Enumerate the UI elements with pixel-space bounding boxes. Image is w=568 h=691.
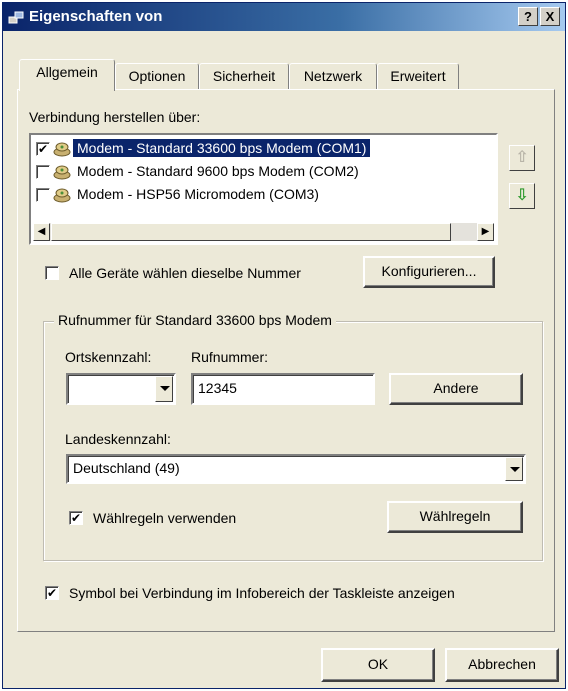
country-code-value: Deutschland (49) bbox=[73, 460, 180, 476]
list-item[interactable]: ✔ Modem - Standard 33600 bps Modem (COM1… bbox=[33, 138, 493, 160]
area-code-dropdown[interactable] bbox=[66, 373, 176, 405]
tab-erweitert[interactable]: Erweitert bbox=[377, 63, 459, 90]
list-item[interactable]: Modem - Standard 9600 bps Modem (COM2) bbox=[33, 161, 493, 183]
phone-number-label: Rufnummer: bbox=[191, 349, 269, 365]
properties-dialog: Eigenschaften von ? X Allgemein Optionen… bbox=[2, 2, 566, 689]
window-title: Eigenschaften von bbox=[29, 8, 163, 25]
tray-icon-checkbox[interactable]: ✔ bbox=[45, 586, 59, 600]
country-code-label: Landeskennzahl: bbox=[65, 431, 171, 447]
device-label: Modem - Standard 33600 bps Modem (COM1) bbox=[73, 139, 371, 157]
connect-using-label: Verbindung herstellen über: bbox=[29, 109, 201, 125]
move-up-icon[interactable]: ⇧ bbox=[509, 145, 535, 171]
cancel-button[interactable]: Abbrechen bbox=[445, 648, 559, 682]
device-label: Modem - Standard 9600 bps Modem (COM2) bbox=[77, 163, 359, 179]
close-button[interactable]: X bbox=[540, 7, 560, 26]
move-down-icon[interactable]: ⇩ bbox=[509, 183, 535, 209]
group-title: Rufnummer für Standard 33600 bps Modem bbox=[54, 312, 336, 328]
device-checkbox[interactable]: ✔ bbox=[36, 142, 50, 156]
device-checkbox[interactable] bbox=[36, 165, 50, 179]
chevron-down-icon[interactable] bbox=[505, 457, 523, 481]
list-item[interactable]: Modem - HSP56 Micromodem (COM3) bbox=[33, 184, 493, 206]
tab-netzwerk[interactable]: Netzwerk bbox=[289, 63, 377, 90]
chevron-down-icon[interactable] bbox=[155, 376, 173, 402]
device-checkbox[interactable] bbox=[36, 188, 50, 202]
area-code-label: Ortskennzahl: bbox=[65, 349, 152, 365]
same-number-label: Alle Geräte wählen dieselbe Nummer bbox=[69, 265, 301, 281]
scroll-thumb[interactable] bbox=[51, 223, 451, 241]
modem-icon bbox=[53, 165, 71, 180]
title-bar[interactable]: Eigenschaften von ? X bbox=[3, 3, 565, 31]
same-number-checkbox[interactable] bbox=[45, 266, 59, 280]
country-code-dropdown[interactable]: Deutschland (49) bbox=[66, 454, 526, 484]
dialing-rules-button[interactable]: Wählregeln bbox=[387, 501, 523, 533]
horizontal-scrollbar[interactable]: ◀ ▶ bbox=[33, 223, 494, 241]
tab-allgemein[interactable]: Allgemein bbox=[19, 59, 115, 91]
device-list[interactable]: ✔ Modem - Standard 33600 bps Modem (COM1… bbox=[29, 133, 498, 245]
scroll-right-icon[interactable]: ▶ bbox=[477, 223, 494, 241]
other-button[interactable]: Andere bbox=[389, 373, 523, 405]
phone-number-input[interactable]: 12345 bbox=[191, 373, 375, 405]
use-rules-label: Wählregeln verwenden bbox=[93, 510, 237, 526]
tab-sicherheit[interactable]: Sicherheit bbox=[199, 63, 289, 90]
network-connection-icon bbox=[8, 11, 24, 24]
tray-icon-label: Symbol bei Verbindung im Infobereich der… bbox=[69, 585, 455, 601]
tab-optionen[interactable]: Optionen bbox=[115, 63, 199, 90]
use-rules-checkbox[interactable]: ✔ bbox=[69, 511, 83, 525]
configure-button[interactable]: Konfigurieren... bbox=[363, 256, 495, 288]
scroll-left-icon[interactable]: ◀ bbox=[33, 223, 50, 241]
device-label: Modem - HSP56 Micromodem (COM3) bbox=[77, 186, 319, 202]
modem-icon bbox=[53, 188, 71, 203]
help-button[interactable]: ? bbox=[518, 7, 538, 26]
ok-button[interactable]: OK bbox=[321, 648, 435, 682]
modem-icon bbox=[53, 142, 71, 157]
